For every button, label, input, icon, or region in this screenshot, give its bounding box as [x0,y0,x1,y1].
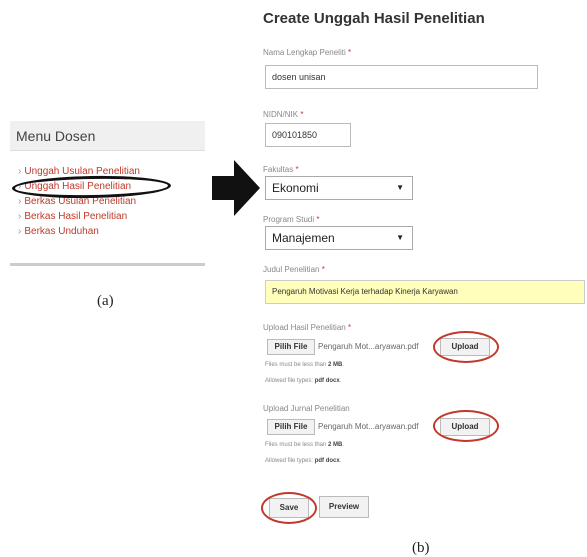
caret-down-icon: ▼ [396,183,404,192]
fakultas-select[interactable]: Ekonomi ▼ [265,176,413,200]
chevron-right-icon: › [18,226,22,237]
choose-file-hasil-button[interactable]: Pilih File [267,339,315,355]
page-title: Create Unggah Hasil Penelitian [263,10,485,27]
file-name-hasil: Pengaruh Mot...aryawan.pdf [318,342,419,351]
types-note-jurnal: Allowed file types: pdf docx. [265,458,342,464]
highlight-ring-upload-hasil [433,331,499,363]
size-note-hasil: Files must be less than 2 MB. [265,362,345,368]
types-note-hasil: Allowed file types: pdf docx. [265,378,342,384]
arrow-right-icon [212,160,260,216]
menu-title: Menu Dosen [10,121,205,151]
file-name-jurnal: Pengaruh Mot...aryawan.pdf [318,422,419,431]
menu-item-label: Berkas Unduhan [24,226,99,237]
menu-item-label: Berkas Hasil Penelitian [24,211,128,222]
chevron-right-icon: › [18,166,22,177]
judul-input[interactable]: Pengaruh Motivasi Kerja terhadap Kinerja… [265,280,585,304]
nama-label: Nama Lengkap Peneliti * [263,48,352,57]
prodi-value: Manajemen [272,231,335,245]
chevron-right-icon: › [18,211,22,222]
upload-jurnal-label: Upload Jurnal Penelitian [263,404,350,413]
choose-file-jurnal-button[interactable]: Pilih File [267,419,315,435]
menu-item-berkas-hasil[interactable]: › Berkas Hasil Penelitian [18,209,208,224]
nidn-input[interactable]: 090101850 [265,123,351,147]
prodi-label: Program Studi * [263,215,320,224]
fakultas-label: Fakultas * [263,165,299,174]
judul-label: Judul Penelitian * [263,265,325,274]
menu-bottom-divider [10,263,205,266]
prodi-select[interactable]: Manajemen ▼ [265,226,413,250]
fakultas-value: Ekonomi [272,181,319,195]
caret-down-icon: ▼ [396,233,404,242]
upload-hasil-label: Upload Hasil Penelitian * [263,323,352,332]
size-note-jurnal: Files must be less than 2 MB. [265,442,345,448]
caption-a: (a) [97,293,114,309]
caption-b: (b) [412,540,430,556]
highlight-ring-save [261,492,317,524]
menu-item-berkas-unduhan[interactable]: › Berkas Unduhan [18,224,208,239]
highlight-ring-upload-jurnal [433,410,499,442]
chevron-right-icon: › [18,196,22,207]
nama-input[interactable]: dosen unisan [265,65,538,89]
preview-button[interactable]: Preview [319,496,369,518]
nidn-label: NIDN/NIK * [263,110,304,119]
